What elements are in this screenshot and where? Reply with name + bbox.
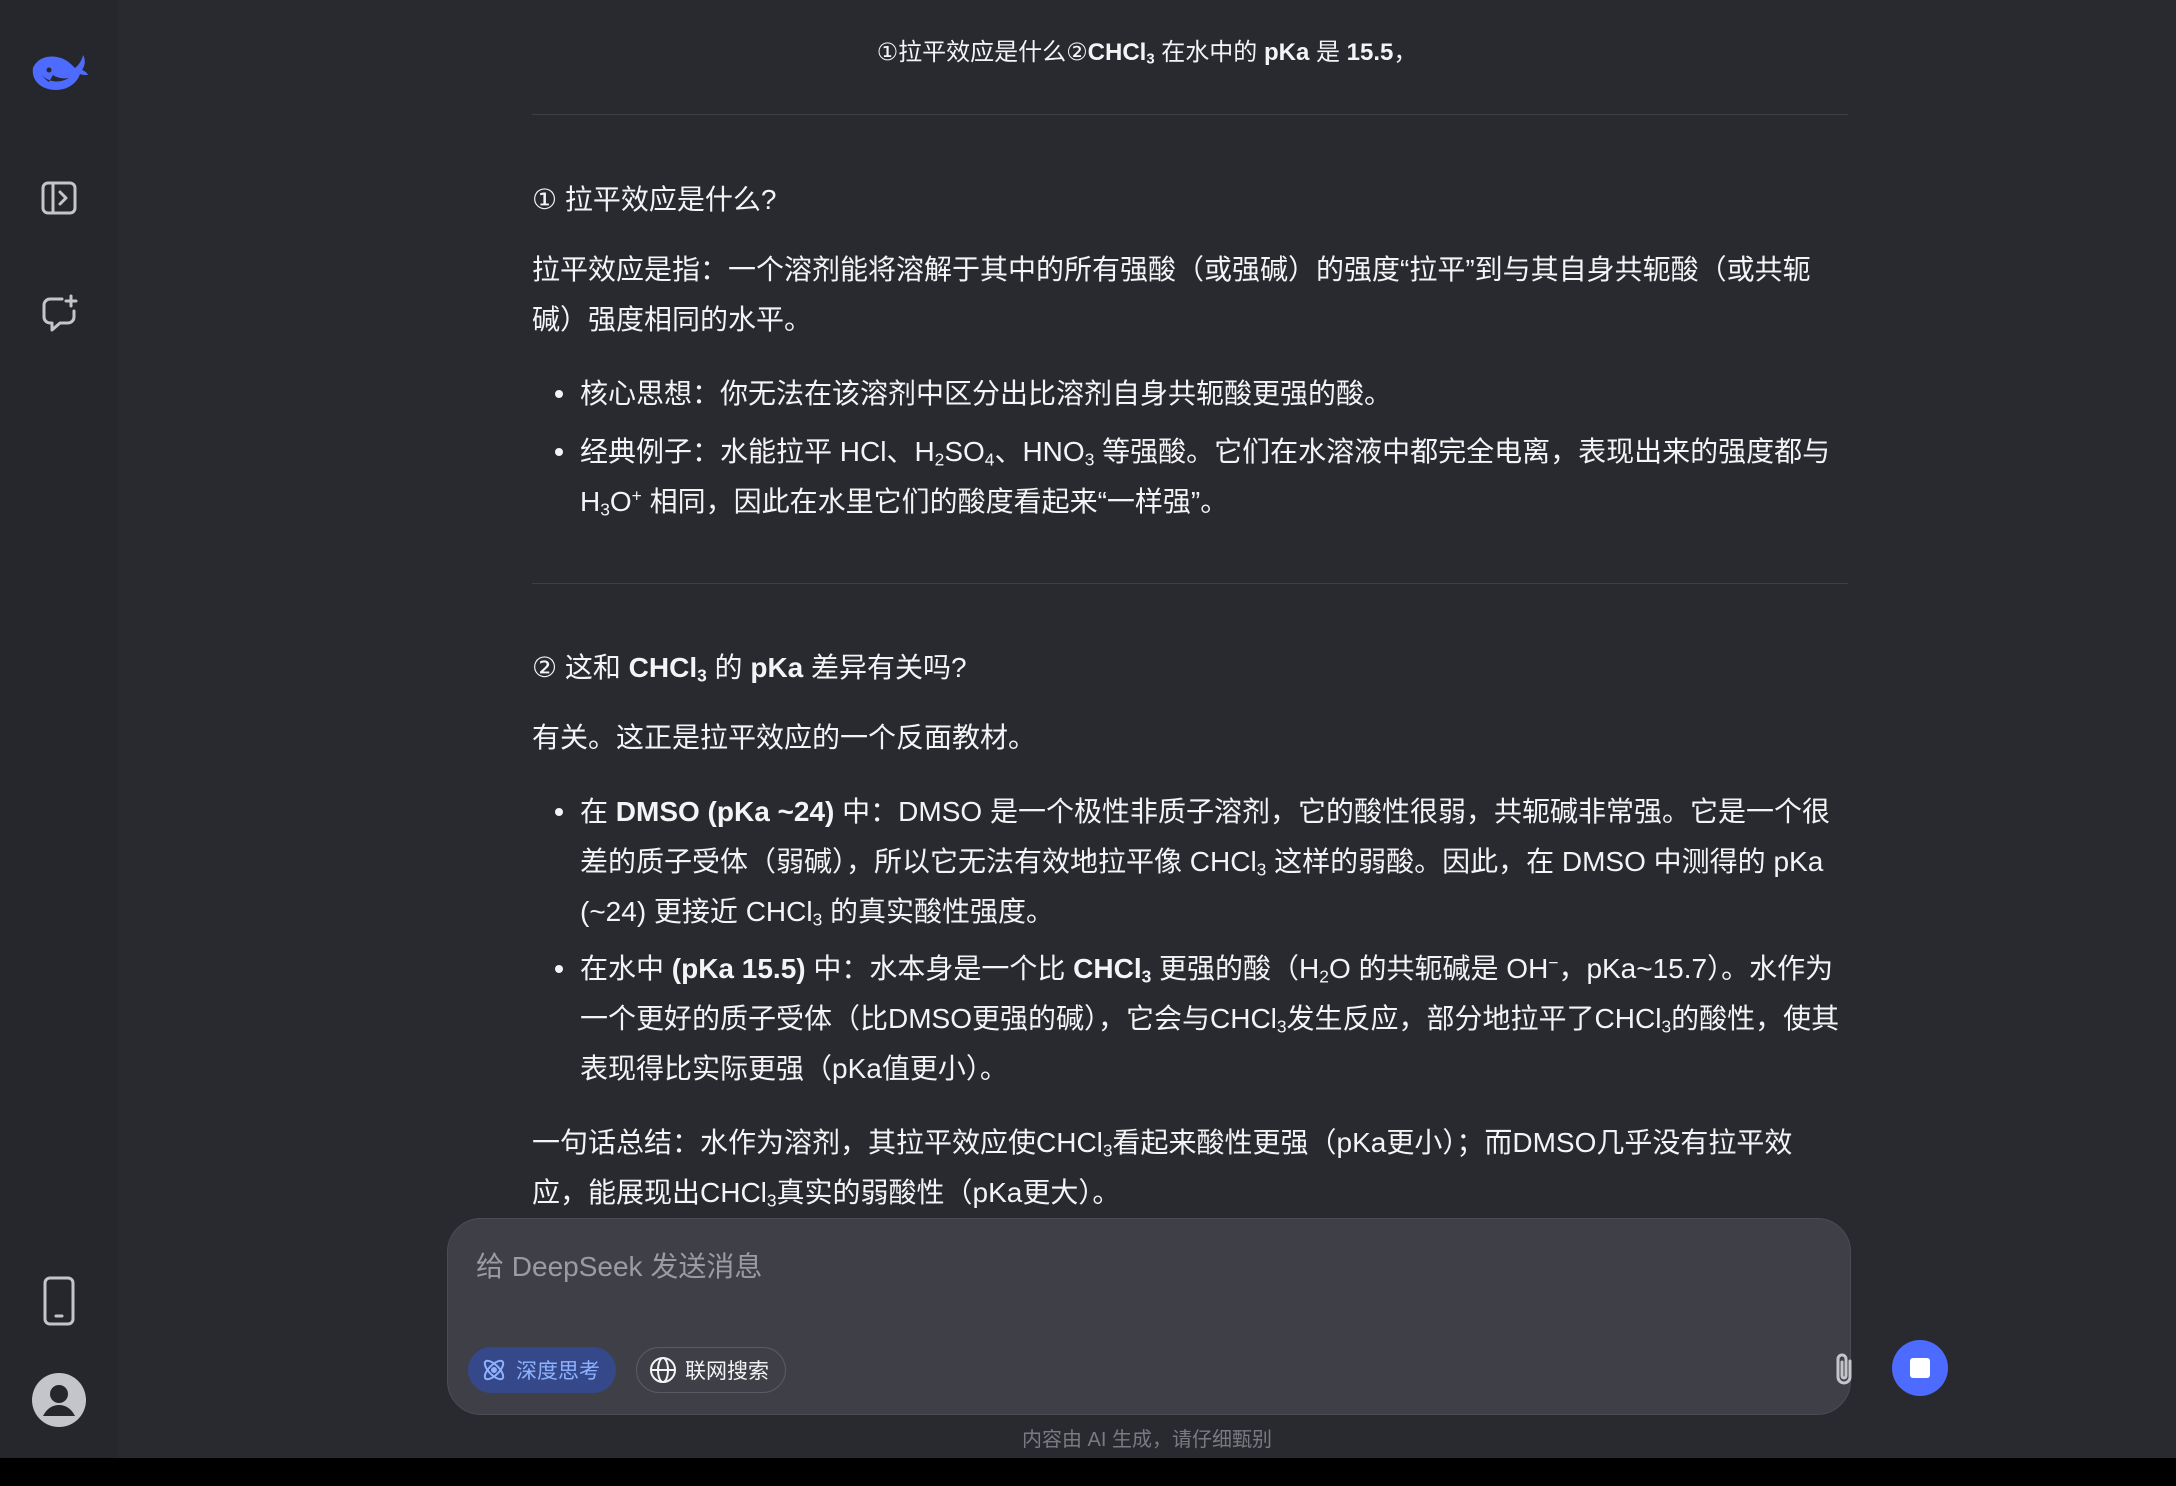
chat-main: ①拉平效应是什么②CHCl3 在水中的 pKa 是 15.5， ① 拉平效应是什… bbox=[118, 0, 2176, 1458]
sidebar bbox=[0, 0, 118, 1458]
list-item: 在水中 (pKa 15.5) 中：水本身是一个比 CHCl3 更强的酸（H2O … bbox=[555, 944, 1852, 1094]
section-heading-1: ① 拉平效应是什么? bbox=[532, 184, 777, 215]
user-question: ①拉平效应是什么②CHCl3 在水中的 pKa 是 15.5， bbox=[876, 39, 1418, 68]
section-heading-2: ② 这和 CHCl3 的 pKa 差异有关吗? bbox=[532, 652, 967, 686]
list-item: 在 DMSO (pKa ~24) 中：DMSO 是一个极性非质子溶剂，它的酸性很… bbox=[555, 787, 1852, 937]
user-avatar-icon[interactable] bbox=[0, 1372, 118, 1428]
list-item: 核心思想：你无法在该溶剂中区分出比溶剂自身共轭酸更强的酸。 bbox=[555, 369, 1852, 419]
divider bbox=[532, 583, 1848, 584]
divider bbox=[532, 114, 1848, 115]
definition-paragraph: 拉平效应是指：一个溶剂能将溶解于其中的所有强酸（或强碱）的强度“拉平”到与其自身… bbox=[532, 254, 1811, 335]
stop-button[interactable] bbox=[1892, 1340, 1948, 1396]
paperclip-icon[interactable] bbox=[1828, 1349, 1862, 1396]
sidebar-toggle-icon[interactable] bbox=[0, 174, 118, 222]
bottom-bar bbox=[0, 1458, 2176, 1486]
new-chat-icon[interactable] bbox=[0, 290, 118, 338]
deep-think-button[interactable]: 深度思考 bbox=[468, 1347, 616, 1393]
message-input[interactable]: 给 DeepSeek 发送消息 bbox=[476, 1245, 762, 1285]
web-search-label: 联网搜索 bbox=[685, 1360, 769, 1383]
atom-icon bbox=[483, 1359, 505, 1381]
ai-disclaimer: 内容由 AI 生成，请仔细甄别 bbox=[1021, 1429, 1272, 1451]
mobile-app-icon[interactable] bbox=[0, 1274, 118, 1328]
globe-icon bbox=[650, 1357, 676, 1383]
summary-paragraph: 一句话总结：水作为溶剂，其拉平效应使CHCl3看起来酸性更强（pKa更小）；而D… bbox=[532, 1127, 1793, 1211]
intro-paragraph: 有关。这正是拉平效应的一个反面教材。 bbox=[532, 722, 1037, 753]
deep-think-label: 深度思考 bbox=[516, 1360, 600, 1383]
web-search-button[interactable]: 联网搜索 bbox=[636, 1347, 786, 1393]
deepseek-logo-icon[interactable] bbox=[0, 38, 118, 102]
message-composer[interactable]: 给 DeepSeek 发送消息 深度思考 联网搜索 bbox=[447, 1218, 1948, 1415]
stop-icon bbox=[1910, 1358, 1930, 1378]
list-item: 经典例子：水能拉平 HCl、H2SO4、HNO3 等强酸。它们在水溶液中都完全电… bbox=[555, 427, 1852, 527]
